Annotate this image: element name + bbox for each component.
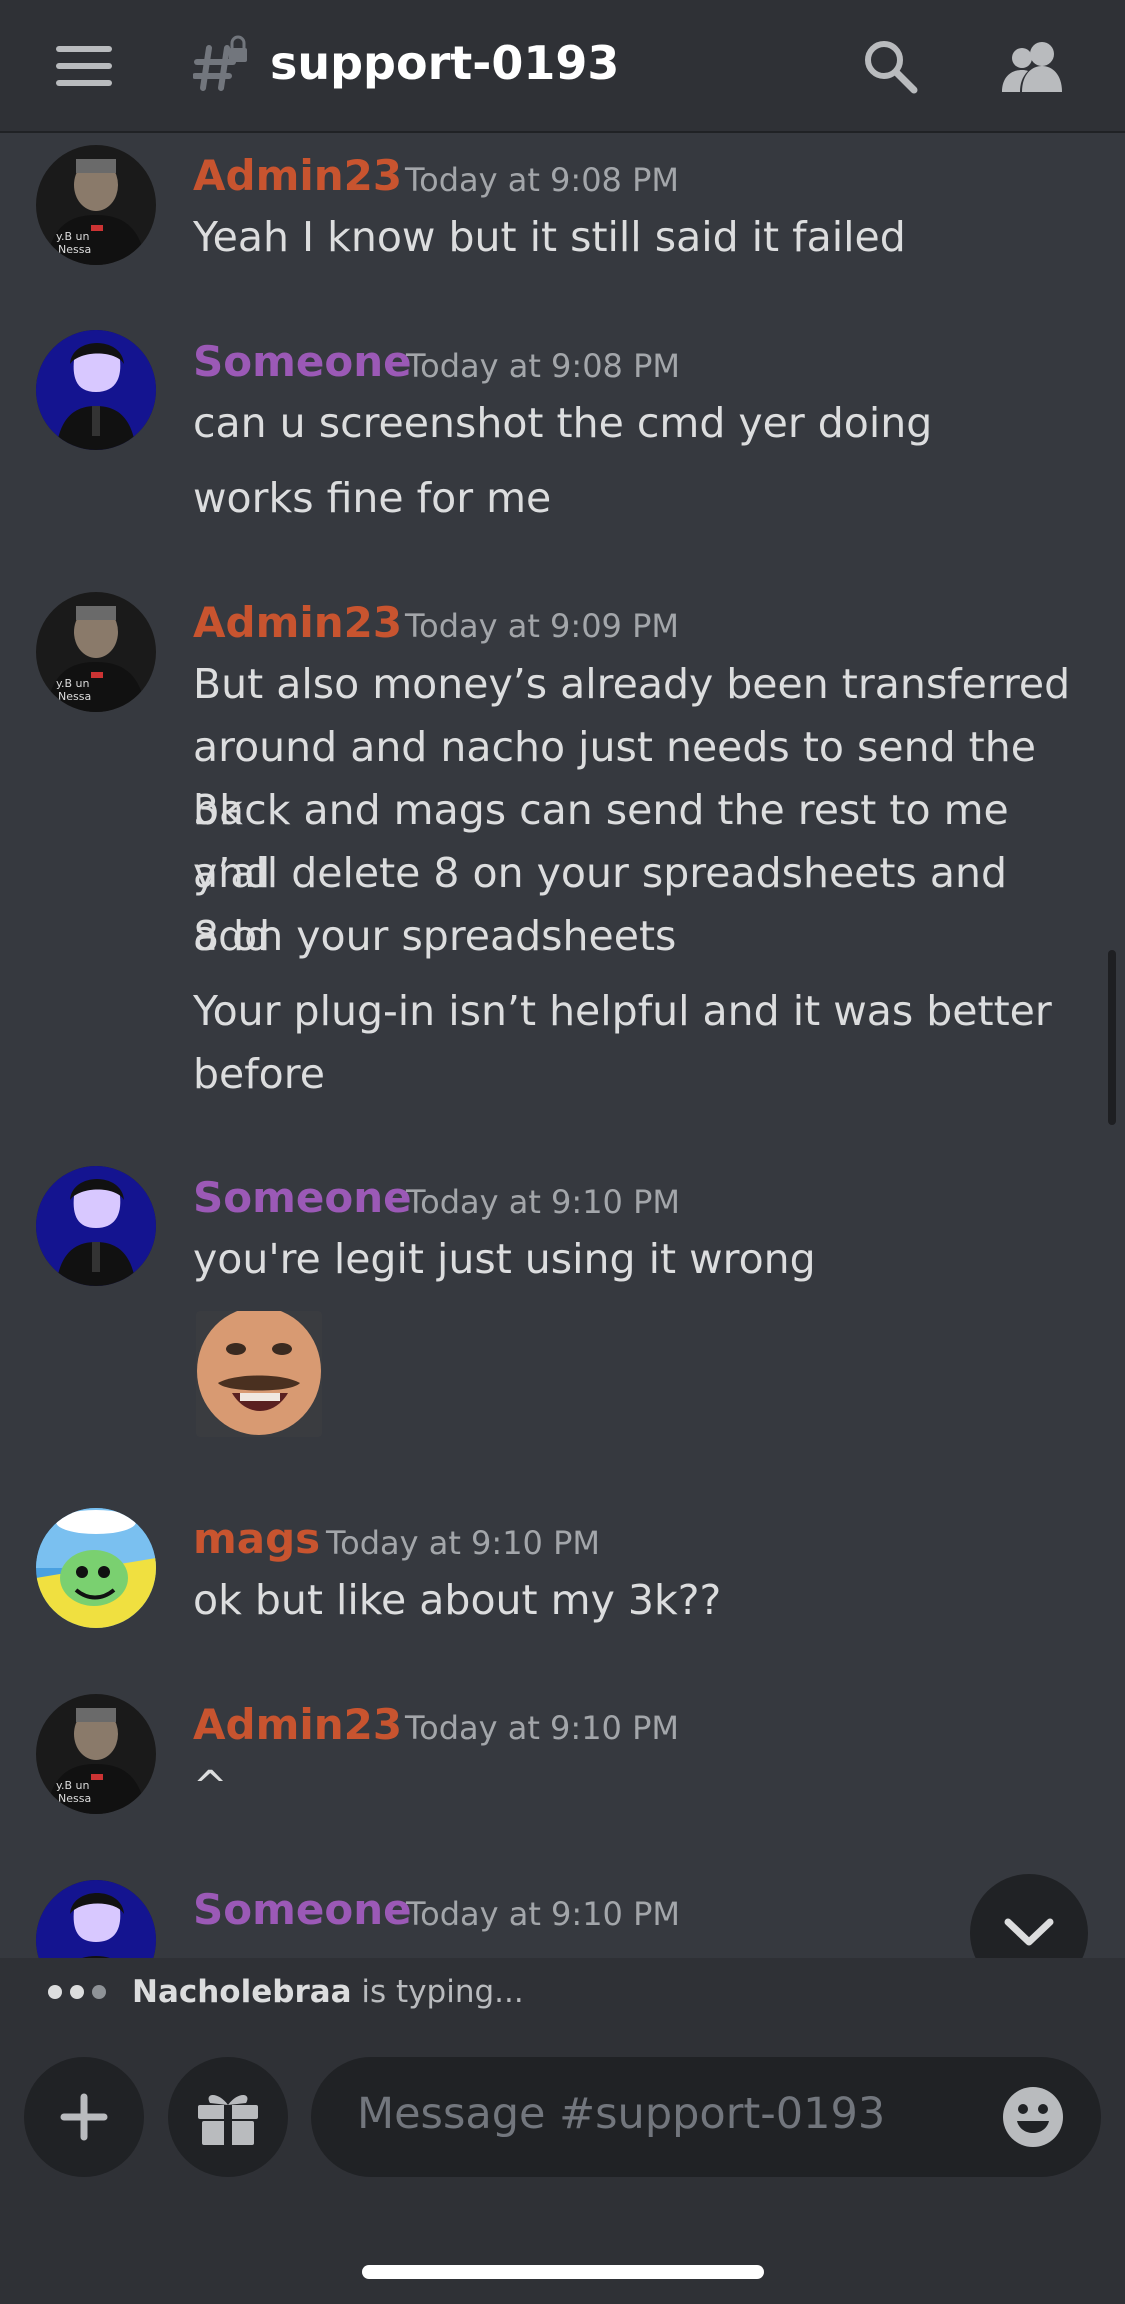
- message-timestamp: Today at 9:10 PM: [406, 1183, 680, 1221]
- members-icon[interactable]: [1000, 36, 1068, 96]
- message-text: ok but like about my 3k??: [193, 1576, 722, 1624]
- svg-text:Nessa: Nessa: [58, 243, 91, 256]
- message-text: can u screenshot the cmd yer doing: [193, 399, 933, 447]
- svg-text:Nessa: Nessa: [58, 1792, 91, 1805]
- home-indicator[interactable]: [362, 2265, 764, 2279]
- emoji-image[interactable]: [196, 1311, 322, 1437]
- message-author[interactable]: mags: [193, 1514, 320, 1563]
- avatar[interactable]: y.B un Nessa: [36, 145, 156, 265]
- message-author[interactable]: Someone: [193, 1885, 412, 1934]
- locked-channel-icon: [193, 35, 247, 91]
- message-author[interactable]: Someone: [193, 337, 412, 386]
- message-author[interactable]: Someone: [193, 1173, 412, 1222]
- message-timestamp: Today at 9:08 PM: [405, 161, 679, 199]
- message-timestamp: Today at 9:10 PM: [406, 1895, 680, 1933]
- plus-icon: [60, 2093, 108, 2141]
- avatar[interactable]: y.B un Nessa: [36, 1694, 156, 1814]
- typing-indicator: Nacholebraa is typing...: [0, 1958, 1125, 2030]
- message-author[interactable]: Admin23: [193, 151, 402, 200]
- svg-text:y.B un: y.B un: [56, 1779, 89, 1792]
- add-attachment-button[interactable]: [24, 2057, 144, 2177]
- gift-icon: [198, 2095, 258, 2145]
- svg-text:y.B un: y.B un: [56, 230, 89, 243]
- message-author[interactable]: Admin23: [193, 1700, 402, 1749]
- message-timestamp: Today at 9:09 PM: [405, 607, 679, 645]
- message-input-placeholder: Message #support-0193: [357, 2089, 886, 2139]
- message-text: works fine for me: [193, 474, 552, 522]
- typing-text: Nacholebraa is typing...: [132, 1974, 524, 2010]
- avatar[interactable]: [36, 330, 156, 450]
- message-list[interactable]: y.B un Nessa Admin23 Today at 9:08 PM Ye…: [0, 133, 1125, 1958]
- channel-header: support-0193: [0, 0, 1125, 133]
- avatar[interactable]: [36, 1880, 156, 1958]
- svg-text:Nessa: Nessa: [58, 690, 91, 703]
- gift-button[interactable]: [168, 2057, 288, 2177]
- menu-icon[interactable]: [56, 46, 112, 86]
- typing-dots-icon: [48, 1984, 114, 2003]
- message-text: ^: [193, 1762, 228, 1810]
- message-text: Yeah I know but it still said it failed: [193, 213, 906, 261]
- avatar[interactable]: [36, 1508, 156, 1628]
- message-text: But also money’s already been transferre…: [193, 660, 1071, 708]
- typing-suffix: is typing...: [351, 1974, 524, 2010]
- message-text: before: [193, 1050, 325, 1098]
- message-timestamp: Today at 9:10 PM: [326, 1524, 600, 1562]
- scrollbar[interactable]: [1108, 950, 1116, 1125]
- message-input[interactable]: Message #support-0193: [311, 2057, 1101, 2177]
- channel-title[interactable]: support-0193: [270, 36, 619, 90]
- avatar[interactable]: [36, 1166, 156, 1286]
- emoji-icon[interactable]: [1001, 2085, 1065, 2149]
- typing-user: Nacholebraa: [132, 1974, 352, 2010]
- search-icon[interactable]: [860, 36, 920, 96]
- message-composer: Message #support-0193: [0, 2030, 1125, 2304]
- message-author[interactable]: Admin23: [193, 598, 402, 647]
- message-text: you're legit just using it wrong: [193, 1235, 816, 1283]
- message-text: 8 on your spreadsheets: [193, 912, 677, 960]
- message-timestamp: Today at 9:10 PM: [405, 1709, 679, 1747]
- avatar[interactable]: y.B un Nessa: [36, 592, 156, 712]
- message-text: Your plug-in isn’t helpful and it was be…: [193, 987, 1052, 1035]
- svg-text:y.B un: y.B un: [56, 677, 89, 690]
- message-timestamp: Today at 9:08 PM: [406, 347, 680, 385]
